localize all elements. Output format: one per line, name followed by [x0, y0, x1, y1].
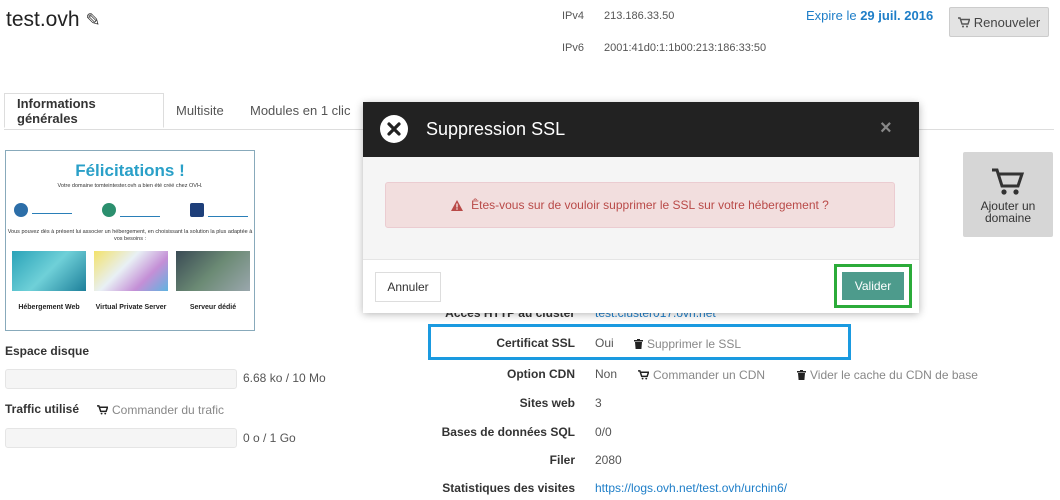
- db-value: 0/0: [595, 425, 612, 439]
- caption-dedicated: Serveur dédié: [189, 304, 237, 311]
- order-traffic-label: Commander du trafic: [112, 403, 225, 417]
- preview-link-2: [102, 199, 160, 221]
- add-domain-button[interactable]: Ajouter un domaine: [963, 152, 1053, 237]
- expiry-prefix: Expire le: [806, 8, 857, 23]
- caption-hosting: Hébergement Web: [18, 304, 80, 311]
- db-label: Bases de données SQL: [441, 425, 575, 439]
- ssl-label: Certificat SSL: [496, 336, 575, 350]
- check-icon: [102, 203, 116, 217]
- pencil-icon[interactable]: ✎: [86, 10, 101, 31]
- renew-button[interactable]: Renouveler: [949, 7, 1049, 37]
- modal-close-button[interactable]: ×: [880, 117, 892, 140]
- sites-label: Sites web: [519, 396, 575, 410]
- stats-label: Statistiques des visites: [442, 481, 575, 495]
- preview-subtitle: Votre domaine tomteintester.ovh a bien é…: [57, 183, 203, 189]
- traffic-usage-bar: [5, 428, 237, 448]
- ipv4-label: IPv4: [562, 10, 585, 22]
- ipv6-label: IPv6: [562, 42, 585, 54]
- hosting-image: [12, 251, 86, 291]
- add-domain-line2: domaine: [984, 211, 1032, 225]
- tab-informations-generales[interactable]: Informations générales: [4, 93, 164, 128]
- filer-value: 2080: [595, 453, 622, 467]
- order-cdn-label: Commander un CDN: [653, 368, 766, 382]
- disk-label: Espace disque: [5, 344, 90, 358]
- renew-label: Renouveler: [973, 14, 1041, 30]
- order-cdn-link[interactable]: Commander un CDN: [638, 368, 765, 382]
- close-circle-icon: [380, 115, 408, 143]
- delete-ssl-link[interactable]: Supprimer le SSL: [634, 337, 741, 351]
- cart-icon: [638, 370, 649, 380]
- cart-icon: [97, 405, 108, 415]
- domain-name: test.ovh: [6, 8, 80, 31]
- caption-vps: Virtual Private Server: [95, 304, 167, 311]
- tab-multisite[interactable]: Multisite: [176, 93, 224, 128]
- warning-icon: [451, 199, 464, 211]
- globe-icon: [14, 203, 28, 217]
- modal-header: Suppression SSL ×: [363, 102, 919, 157]
- tab-bar: Informations générales Multisite Modules…: [4, 93, 364, 129]
- disk-usage-bar: [5, 369, 237, 389]
- trash-icon: [634, 339, 643, 349]
- expiry-date: 29 juil. 2016: [860, 8, 934, 23]
- disk-value: 6.68 ko / 10 Mo: [243, 371, 326, 385]
- ovh-logo-icon: [190, 203, 204, 217]
- expiry-info: Expire le 29 juil. 2016: [806, 8, 933, 23]
- cart-icon: [957, 16, 970, 27]
- modal-body: Êtes-vous sur de vouloir supprimer le SS…: [363, 157, 919, 259]
- order-traffic-link[interactable]: Commander du trafic: [97, 403, 224, 417]
- preview-captions: Hébergement Web Virtual Private Server S…: [12, 304, 250, 311]
- preview-body: Vous pouvez dès à présent lui associer u…: [7, 229, 253, 242]
- warning-message: Êtes-vous sur de vouloir supprimer le SS…: [471, 198, 829, 212]
- stats-link[interactable]: https://logs.ovh.net/test.ovh/urchin6/: [595, 481, 787, 495]
- sites-value: 3: [595, 396, 602, 410]
- warning-alert: Êtes-vous sur de vouloir supprimer le SS…: [385, 182, 895, 228]
- clear-cdn-cache-label: Vider le cache du CDN de base: [810, 368, 978, 382]
- trash-icon: [797, 370, 806, 380]
- preview-images: [12, 251, 250, 291]
- filer-label: Filer: [549, 453, 575, 467]
- traffic-value: 0 o / 1 Go: [243, 431, 296, 445]
- site-preview: Félicitations ! Votre domaine tomteintes…: [5, 150, 255, 331]
- ssl-delete-modal: Suppression SSL × Êtes-vous sur de voulo…: [363, 102, 919, 313]
- cdn-label: Option CDN: [507, 367, 575, 381]
- dedicated-image: [176, 251, 250, 291]
- preview-links: [14, 199, 248, 221]
- cancel-button[interactable]: Annuler: [375, 272, 441, 302]
- cart-icon: [992, 168, 1025, 195]
- ipv4-value: 213.186.33.50: [604, 10, 675, 22]
- vps-image: [94, 251, 168, 291]
- modal-title: Suppression SSL: [426, 119, 566, 139]
- valider-button[interactable]: Valider: [842, 272, 904, 300]
- preview-title: Félicitations !: [75, 161, 185, 180]
- clear-cdn-cache-link[interactable]: Vider le cache du CDN de base: [797, 368, 978, 382]
- page-title: test.ovh ✎: [6, 8, 101, 32]
- cdn-value: Non: [595, 367, 618, 381]
- ssl-value: Oui: [595, 336, 614, 350]
- modal-footer: Annuler Valider: [363, 259, 919, 313]
- tab-modules[interactable]: Modules en 1 clic: [250, 93, 350, 128]
- preview-link-3: [190, 199, 248, 221]
- traffic-label: Traffic utilisé: [5, 402, 80, 416]
- preview-link-1: [14, 199, 72, 221]
- ipv6-value: 2001:41d0:1:1b00:213:186:33:50: [604, 42, 767, 54]
- delete-ssl-label: Supprimer le SSL: [647, 337, 742, 351]
